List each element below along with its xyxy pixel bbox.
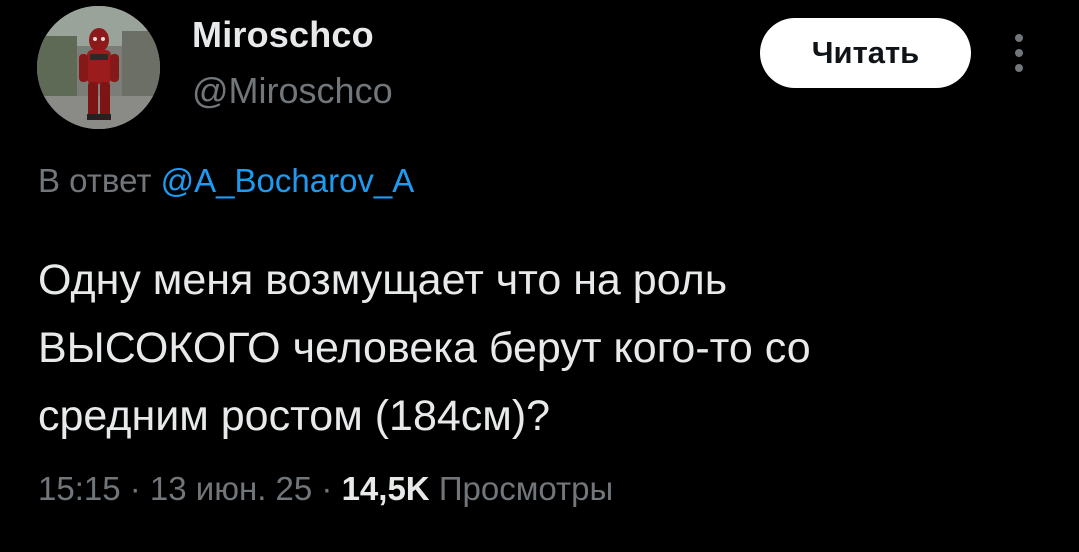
avatar[interactable] [37, 6, 160, 129]
deadpool-avatar-icon [37, 6, 160, 129]
views-label: Просмотры [438, 470, 614, 507]
follow-button[interactable]: Читать [760, 18, 971, 88]
more-vertical-icon [1015, 64, 1023, 72]
tweet-time[interactable]: 15:15 [38, 470, 121, 507]
tweet-text-line: Одну меня возмущает что на роль [38, 256, 728, 304]
meta-separator: · [312, 470, 342, 507]
tweet-date[interactable]: 13 июн. 25 [150, 470, 312, 507]
tweet-card: Miroschco @Miroschco Читать В ответ @A_B… [0, 0, 1079, 552]
views-count: 14,5K [341, 470, 430, 507]
author-handle[interactable]: @Miroschco [192, 70, 393, 112]
tweet-meta: 15:15 · 13 июн. 25 · 14,5K Просмотры [38, 470, 613, 508]
reply-prefix: В ответ [38, 162, 152, 199]
more-vertical-icon [1015, 34, 1023, 42]
tweet-text: Одну меня возмущает что на роль ВЫСОКОГО… [38, 246, 1038, 450]
reply-mention-link[interactable]: @A_Bocharov_A [161, 162, 415, 199]
more-options-button[interactable] [1004, 30, 1034, 76]
tweet-text-line: ВЫСОКОГО человека берут кого-то со [38, 324, 811, 372]
reply-context: В ответ @A_Bocharov_A [38, 162, 414, 200]
tweet-text-line: средним ростом (184см)? [38, 392, 551, 440]
more-vertical-icon [1015, 49, 1023, 57]
meta-separator: · [120, 470, 150, 507]
author-display-name[interactable]: Miroschco [192, 14, 374, 56]
